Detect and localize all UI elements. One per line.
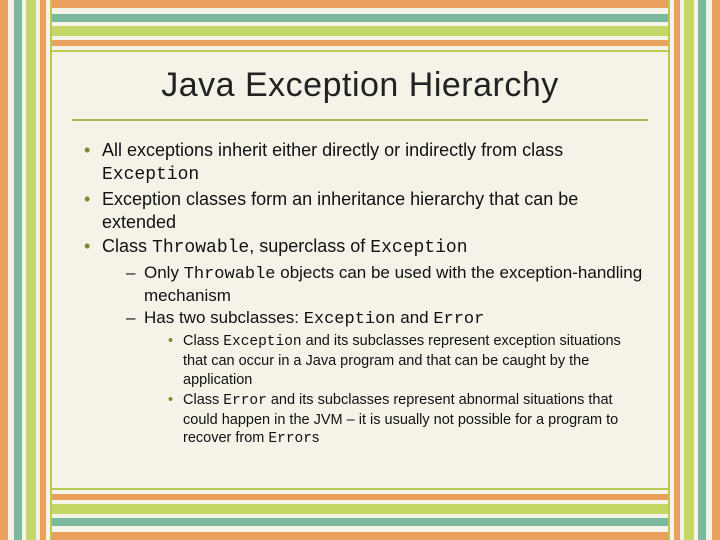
code-text: Throwable [184,265,276,284]
sub-sub-bullet-item: Class Exception and its subclasses repre… [168,332,648,390]
sub-bullet-item: Only Throwable objects can be used with … [126,262,648,307]
bullet-item: Class Throwable, superclass of Exception… [84,235,648,449]
slide-content: Java Exception Hierarchy All exceptions … [52,52,668,488]
bullet-list: All exceptions inherit either directly o… [72,139,648,449]
code-text: Exception [304,310,396,329]
sub-bullet-item: Has two subclasses: Exception and Error … [126,307,648,449]
code-text: Exception [223,334,301,350]
slide-title: Java Exception Hierarchy [72,66,648,121]
sub-sub-bullet-list: Class Exception and its subclasses repre… [144,332,648,449]
code-text: Error [433,310,484,329]
code-text: Error [268,431,312,447]
bullet-item: All exceptions inherit either directly o… [84,139,648,186]
slide-frame: Java Exception Hierarchy All exceptions … [0,0,720,540]
sub-bullet-list: Only Throwable objects can be used with … [102,262,648,450]
code-text: Exception [370,238,467,258]
code-text: Exception [102,165,199,185]
bullet-item: Exception classes form an inheritance hi… [84,188,648,233]
code-text: Error [223,393,267,409]
code-text: Throwable [152,238,249,258]
sub-sub-bullet-item: Class Error and its subclasses represent… [168,391,648,450]
